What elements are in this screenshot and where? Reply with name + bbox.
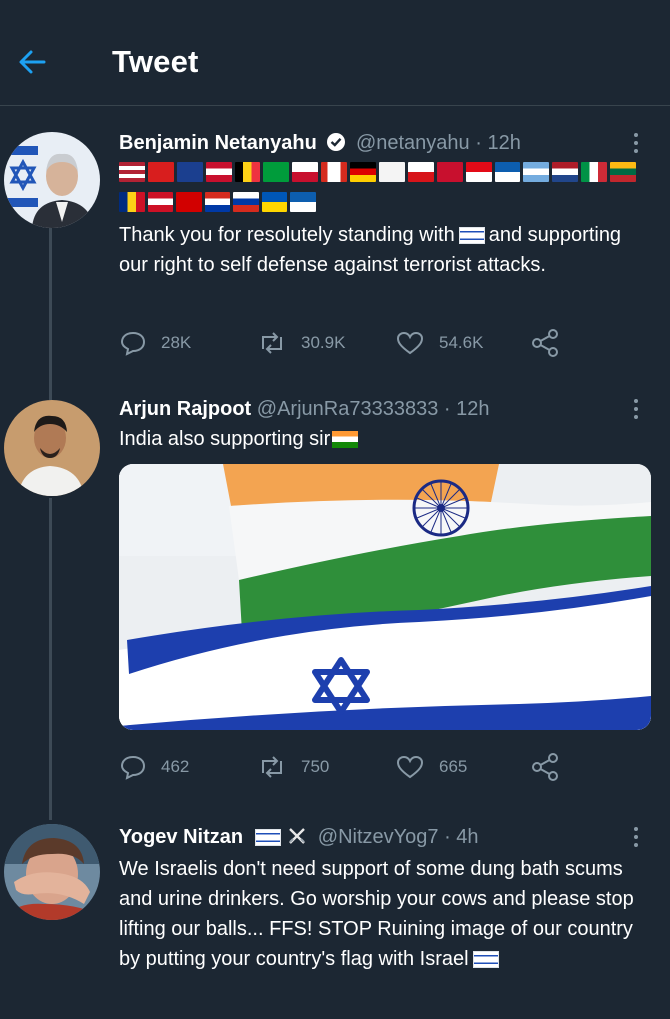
handle[interactable]: @netanyahu [356,132,470,154]
crossed-swords-icon [289,828,306,844]
tweet-text: India also supporting sir [119,424,654,454]
india-flag-emoji [332,431,359,449]
handle[interactable]: @NitzevYog7 [318,826,439,848]
comment-icon [120,331,146,356]
verified-badge-icon [327,133,346,151]
display-name[interactable]: Benjamin Netanyahu [119,132,317,154]
tweet-meta: Arjun Rajpoot @ArjunRa73333833 · 12h [119,398,489,421]
flag-emoji-list [119,162,639,222]
tweet-meta: Benjamin Netanyahu @netanyahu · 12h [119,132,521,155]
retweet-count: 30.9K [301,333,346,352]
tweet-actions: 462 750 665 [119,750,599,784]
israel-flag-emoji [472,951,499,969]
retweet-icon [262,756,282,778]
like-button[interactable]: 665 [395,750,467,784]
reply-count: 462 [161,757,190,776]
share-button[interactable] [531,326,561,360]
share-icon [532,329,558,357]
timestamp[interactable]: · 4h [444,826,478,848]
display-name[interactable]: Yogev Nitzan [119,826,243,848]
share-button[interactable] [531,750,561,784]
avatar[interactable] [4,132,100,228]
tweet-meta: Yogev Nitzan @NitzevYog7 · 4h [119,826,479,849]
retweet-count: 750 [301,757,330,776]
tweet-netanyahu[interactable]: Benjamin Netanyahu @netanyahu · 12h Than… [0,106,670,396]
reply-count: 28K [161,333,192,352]
share-icon [532,753,558,781]
retweet-button[interactable]: 30.9K [257,326,345,360]
top-app-bar: Tweet [0,0,670,106]
tweet-text: Thank you for resolutely standing with an… [119,224,622,276]
tweet-media-image[interactable] [119,464,651,730]
like-count: 665 [439,757,468,776]
more-button[interactable] [628,396,644,426]
flags-photo [119,464,651,730]
like-button[interactable]: 54.6K [395,326,483,360]
handle[interactable]: @ArjunRa73333833 [257,398,439,420]
heart-icon [396,755,424,779]
more-button[interactable] [628,130,644,160]
israel-flag-emoji [458,227,485,245]
thread-line [49,498,52,816]
tweet-text: We Israelis don't need support of some d… [119,858,634,970]
avatar[interactable] [4,824,100,920]
reply-button[interactable]: 462 [119,750,189,784]
avatar[interactable] [4,400,100,496]
reply-button[interactable]: 28K [119,326,191,360]
display-name[interactable]: Arjun Rajpoot [119,398,251,420]
more-button[interactable] [628,824,644,854]
arrow-left-icon [19,50,46,74]
like-count: 54.6K [439,333,484,352]
timestamp[interactable]: · 12h [444,398,490,420]
timestamp[interactable]: · 12h [475,132,521,154]
retweet-icon [262,332,282,354]
thread-line [49,224,52,396]
thread-line [49,816,52,820]
page-title: Tweet [112,44,199,79]
heart-icon [396,331,424,355]
israel-flag-emoji [254,829,281,847]
back-button[interactable] [14,44,50,80]
tweet-yogev[interactable]: Yogev Nitzan @NitzevYog7 · 4h We Israeli… [0,816,670,1019]
retweet-button[interactable]: 750 [257,750,329,784]
comment-icon [120,755,146,780]
tweet-actions: 28K 30.9K 54.6K [119,326,599,360]
